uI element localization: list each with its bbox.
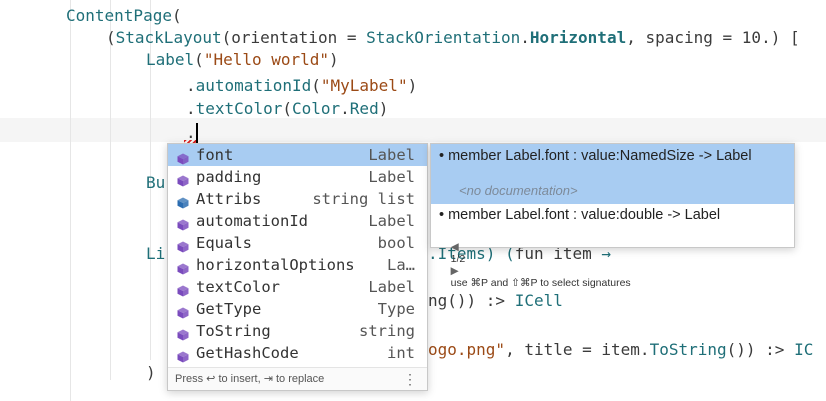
completion-item-padding[interactable]: padding Label — [168, 166, 427, 188]
cube-icon — [177, 347, 189, 359]
signature-2: • member Label.font : value:double -> La… — [439, 207, 720, 223]
code-token: ( — [282, 99, 292, 118]
code-token: Color — [292, 99, 340, 118]
completion-list[interactable]: font Label padding Label Attribs string lista… — [167, 143, 428, 391]
completion-item-gethashcode[interactable]: GetHashCode int — [168, 342, 427, 364]
completion-item-label: Attribs — [196, 188, 261, 210]
code-token: StackOrientation — [366, 28, 520, 47]
code-line: ) — [146, 362, 156, 384]
completion-item-label: ToString — [196, 320, 271, 342]
completion-item-label: padding — [196, 166, 261, 188]
more-options-icon[interactable]: ⋮ — [403, 368, 417, 390]
code-token: ()) :> — [727, 340, 794, 359]
completion-item-attribs[interactable]: Attribs string list — [168, 188, 427, 210]
cube-icon — [177, 259, 189, 271]
code-token: ( — [311, 76, 321, 95]
code-token: Bu — [146, 173, 165, 192]
code-line: ContentPage( — [66, 5, 182, 27]
completion-footer: Press ↩ to insert, ⇥ to replace ⋮ — [168, 367, 427, 390]
completion-item-type: Label — [368, 166, 415, 188]
code-line: .automationId("MyLabel") — [186, 75, 417, 97]
code-token: ) — [146, 363, 156, 382]
indent-guide — [110, 0, 111, 380]
text-caret — [196, 123, 198, 144]
field-cube-icon — [177, 193, 189, 205]
code-token: , spacing = 10.) [ — [626, 28, 799, 47]
completion-item-label: font — [196, 144, 233, 166]
code-token: Li — [146, 244, 165, 263]
code-token: Label — [146, 50, 194, 69]
code-token: "Hello world" — [204, 50, 329, 69]
completion-item-equals[interactable]: Equals bool — [168, 232, 427, 254]
code-token: ogo.png" — [428, 340, 505, 359]
code-token: . — [186, 76, 196, 95]
code-token: (orientation = — [222, 28, 367, 47]
signature-nav-hint: use ⌘P and ⇧⌘P to select signatures — [451, 277, 631, 289]
completion-item-label: GetType — [196, 298, 261, 320]
completion-item-type: string — [359, 320, 415, 342]
completion-item-type: Label — [368, 210, 415, 232]
completion-item-type: Label — [368, 276, 415, 298]
completion-item-type: int — [387, 342, 415, 364]
code-token: , title = item. — [505, 340, 650, 359]
cube-icon — [177, 325, 189, 337]
code-line: ogo.png", title = item.ToString()) :> IC — [428, 339, 813, 361]
code-line: Bu — [146, 172, 165, 194]
next-signature-icon[interactable]: ▶ — [451, 265, 459, 277]
code-token: IC — [794, 340, 813, 359]
completion-item-font[interactable]: font Label — [168, 144, 427, 166]
completion-item-textcolor[interactable]: textColor Label — [168, 276, 427, 298]
code-token: . — [186, 99, 196, 118]
completion-item-horizontaloptions[interactable]: horizontalOptions La… — [168, 254, 427, 276]
completion-item-type: string list — [312, 188, 415, 210]
code-token: ContentPage — [66, 6, 172, 25]
code-token: Red — [350, 99, 379, 118]
cube-icon — [177, 171, 189, 183]
code-token: StackLayout — [116, 28, 222, 47]
signature-help-panel: • member Label.font : value:NamedSize ->… — [430, 143, 795, 248]
completion-item-type: Label — [368, 144, 415, 166]
completion-hint: Press ↩ to insert, ⇥ to replace — [175, 368, 324, 390]
code-line: .textColor(Color.Red) — [186, 98, 388, 120]
code-line: (StackLayout(orientation = StackOrientat… — [106, 27, 800, 49]
code-token: ( — [106, 28, 116, 47]
completion-item-label: horizontalOptions — [196, 254, 355, 276]
code-line: Li — [146, 243, 165, 265]
completion-item-label: Equals — [196, 232, 252, 254]
indent-guide — [70, 0, 71, 401]
code-token: ) — [379, 99, 389, 118]
completion-item-gettype[interactable]: GetType Type — [168, 298, 427, 320]
code-token: . — [340, 99, 350, 118]
code-token: ToString — [650, 340, 727, 359]
code-token: Horizontal — [530, 28, 626, 47]
completion-item-type: bool — [378, 232, 415, 254]
code-line: Label("Hello world") — [146, 49, 339, 71]
completion-item-label: automationId — [196, 210, 308, 232]
cube-icon — [177, 237, 189, 249]
cube-icon — [177, 281, 189, 293]
code-token: . — [520, 28, 530, 47]
cube-icon — [177, 303, 189, 315]
completion-item-label: textColor — [196, 276, 280, 298]
cube-icon — [177, 149, 189, 161]
code-token: textColor — [196, 99, 283, 118]
signature-count: 1/2 — [451, 253, 466, 265]
previous-signature-icon[interactable]: ◀ — [451, 241, 459, 253]
code-token: ) — [329, 50, 339, 69]
code-token: automationId — [196, 76, 312, 95]
completion-item-type: La… — [387, 254, 415, 276]
completion-item-tostring[interactable]: ToString string — [168, 320, 427, 342]
completion-item-automationid[interactable]: automationId Label — [168, 210, 427, 232]
code-token: "MyLabel" — [321, 76, 408, 95]
completion-item-type: Type — [378, 298, 415, 320]
signature-1: • member Label.font : value:NamedSize ->… — [439, 148, 752, 164]
code-token: ( — [172, 6, 182, 25]
current-line-highlight — [0, 118, 826, 142]
completion-item-label: GetHashCode — [196, 342, 299, 364]
no-documentation-text: <no documentation> — [459, 183, 578, 198]
code-token: ( — [194, 50, 204, 69]
signature-navigation: ◀ 1/2 ▶ use ⌘P and ⇧⌘P to select signatu… — [439, 229, 631, 301]
code-token: ) — [408, 76, 418, 95]
cube-icon — [177, 215, 189, 227]
